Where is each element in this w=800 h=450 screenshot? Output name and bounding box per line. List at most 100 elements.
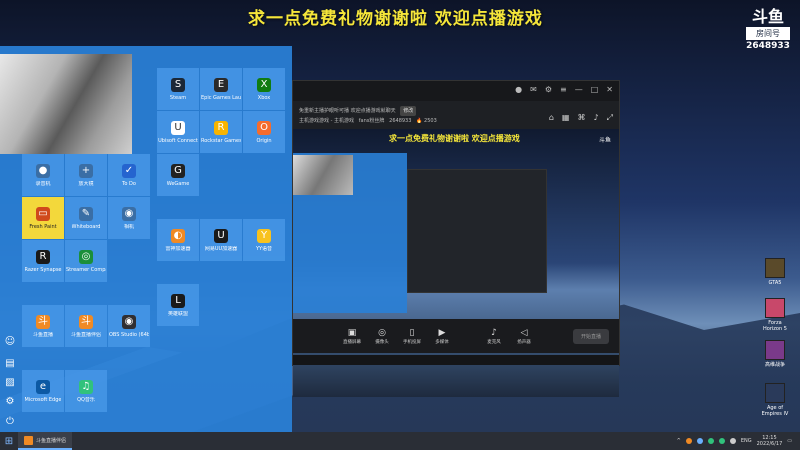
fresh-paint-icon: ▭ bbox=[36, 206, 50, 221]
documents-icon[interactable]: ▤ bbox=[3, 358, 17, 372]
tile-label: YY语音 bbox=[255, 245, 273, 252]
preview-logo: 斗鱼 bbox=[598, 137, 611, 144]
stream-banner: 求一点免费礼物谢谢啦 欢迎点播游戏 bbox=[248, 9, 543, 29]
qq-music-icon: ♫ bbox=[79, 379, 93, 394]
layers-icon[interactable]: ▦ bbox=[562, 113, 570, 123]
desktop-shortcut[interactable]: 高维战争 bbox=[760, 340, 790, 368]
tile-label: QQ音乐 bbox=[77, 396, 95, 403]
pictures-icon[interactable]: ▨ bbox=[3, 377, 17, 391]
network-tray-icon[interactable] bbox=[696, 438, 703, 444]
tile-wegame[interactable]: G WeGame bbox=[157, 154, 199, 196]
tile-label: Xbox bbox=[257, 94, 271, 101]
tile-douyu-companion[interactable]: 斗斗鱼直播伴侣 bbox=[65, 305, 107, 347]
tray-expand-icon[interactable]: ^ bbox=[677, 438, 681, 444]
input-language[interactable]: ENG bbox=[741, 438, 752, 444]
start-live-button[interactable]: 开始直播 bbox=[572, 328, 609, 344]
minimize-icon[interactable]: — bbox=[575, 85, 583, 94]
tile-label: 放大镜 bbox=[78, 180, 94, 187]
phone-cast-button[interactable]: ▯ 手机投屏 bbox=[401, 327, 423, 345]
lock-icon[interactable]: ⌂ bbox=[549, 113, 554, 123]
menu-icon[interactable]: ≡ bbox=[560, 85, 567, 94]
tile-label: 斗鱼直播 bbox=[32, 331, 53, 338]
tile-steam[interactable]: S Steam bbox=[157, 68, 199, 110]
tile-recorder[interactable]: ● 录音机 bbox=[22, 154, 64, 196]
xbox-icon: X bbox=[257, 77, 271, 92]
preview-banner: 求一点免费礼物谢谢啦 欢迎点播游戏 bbox=[389, 134, 520, 143]
user-icon[interactable]: ☺ bbox=[3, 336, 17, 350]
sound-icon[interactable]: ♪ bbox=[593, 113, 598, 123]
avatar-icon[interactable]: ● bbox=[515, 85, 522, 94]
tile-label: Fresh Paint bbox=[29, 223, 57, 230]
tile-yy[interactable]: Y YY语音 bbox=[243, 219, 285, 261]
media-button[interactable]: ▶ 多媒体 bbox=[431, 327, 453, 345]
tile-todo[interactable]: ✓ To Do bbox=[108, 154, 150, 196]
taskbar: ⊞ 斗鱼直播伴侣 ^ ENG 12:15 2022/6/17 ▭ bbox=[0, 432, 800, 450]
tile-fresh-paint[interactable]: ▭ Fresh Paint bbox=[22, 197, 64, 239]
desktop-shortcut[interactable]: Forza Horizon 5 bbox=[760, 298, 790, 332]
desktop-shortcut[interactable]: Age of Empires IV bbox=[760, 383, 790, 417]
douyu-room-logo: 斗鱼 房间号 2648933 bbox=[746, 8, 790, 51]
tile-razer[interactable]: R Razer Synapse bbox=[22, 240, 64, 282]
screen-share-button[interactable]: ▣ 直播屏幕 bbox=[341, 327, 363, 345]
tile-qq-music[interactable]: ♫ QQ音乐 bbox=[65, 370, 107, 412]
expand-icon[interactable]: ⤢ bbox=[607, 113, 613, 123]
tile-ubisoft[interactable]: U Ubisoft Connect bbox=[157, 111, 199, 153]
webcam-button[interactable]: ◎ 摄像头 bbox=[371, 327, 393, 345]
desktop-shortcut[interactable]: GTA5 bbox=[760, 258, 790, 286]
todo-icon: ✓ bbox=[122, 163, 136, 178]
tile-camera[interactable]: ◉ 相机 bbox=[108, 197, 150, 239]
clock[interactable]: 12:15 2022/6/17 bbox=[757, 435, 783, 447]
power-icon[interactable]: ⏻ bbox=[3, 416, 17, 430]
tile-origin[interactable]: O Origin bbox=[243, 111, 285, 153]
stream-title: 免重新主播护眼听可播 欢迎点播游戏就聊天 bbox=[299, 108, 396, 114]
desktop-shortcut-label: GTA5 bbox=[768, 280, 782, 286]
taskbar-app-douyu[interactable]: 斗鱼直播伴侣 bbox=[18, 432, 73, 450]
clock-date: 2022/6/17 bbox=[756, 441, 783, 447]
tile-label: Epic Games Launcher bbox=[201, 94, 241, 101]
douyu-live-icon: 斗 bbox=[36, 314, 50, 329]
app-tray-icon[interactable] bbox=[718, 438, 725, 444]
tile-label: WeGame bbox=[166, 180, 190, 187]
wechat-tray-icon[interactable] bbox=[707, 438, 714, 444]
windows-start-icon[interactable]: ⊞ bbox=[0, 432, 18, 450]
obs-icon: ◉ bbox=[122, 314, 136, 329]
tile-leishen[interactable]: ◐ 雷神加速器 bbox=[157, 219, 199, 261]
tile-douyu-live[interactable]: 斗斗鱼直播 bbox=[22, 305, 64, 347]
maximize-icon[interactable]: □ bbox=[591, 85, 599, 94]
tile-lol[interactable]: L 英雄联盟 bbox=[157, 284, 199, 326]
tile-magnifier[interactable]: + 放大镜 bbox=[65, 154, 107, 196]
tile-label: 雷神加速器 bbox=[165, 245, 191, 252]
microphone-button[interactable]: ♪ 麦克风 bbox=[483, 327, 505, 345]
tile-label: Ubisoft Connect bbox=[158, 137, 198, 144]
tile-obs[interactable]: ◉ OBS Studio (64bit) bbox=[108, 305, 150, 347]
settings-icon[interactable]: ⚙ bbox=[545, 85, 552, 94]
preview-window bbox=[407, 169, 547, 293]
close-icon[interactable]: ✕ bbox=[606, 85, 613, 94]
tile-whiteboard[interactable]: ✎ Whiteboard bbox=[65, 197, 107, 239]
notification-icon[interactable]: ▭ bbox=[787, 438, 792, 444]
tile-xbox[interactable]: X Xbox bbox=[243, 68, 285, 110]
tile-edge[interactable]: e Microsoft Edge bbox=[22, 370, 64, 412]
control-label: 麦克风 bbox=[487, 340, 501, 345]
tile-epic[interactable]: E Epic Games Launcher bbox=[200, 68, 242, 110]
tile-rockstar[interactable]: R Rockstar Games... bbox=[200, 111, 242, 153]
edit-title-button[interactable]: 修改 bbox=[400, 106, 417, 116]
tile-label: Razer Synapse bbox=[24, 266, 62, 273]
speaker-button[interactable]: ◁ 扬声器 bbox=[513, 327, 535, 345]
uu-icon: U bbox=[214, 228, 228, 243]
camera-icon: ◉ bbox=[122, 206, 136, 221]
game-icon bbox=[765, 340, 785, 360]
volume-tray-icon[interactable] bbox=[729, 438, 736, 444]
streamer-companion-icon: ◎ bbox=[79, 249, 93, 264]
start-menu: ☺ ▤ ▨ ⚙ ⏻ S Steam E Epic Games Launcher X Xbo… bbox=[0, 46, 292, 433]
leishen-icon: ◐ bbox=[171, 228, 185, 243]
settings-icon[interactable]: ⚙ bbox=[3, 396, 17, 410]
game-icon bbox=[765, 298, 785, 318]
mail-icon[interactable]: ✉ bbox=[530, 85, 537, 94]
tile-uu[interactable]: U 网易UU加速器 bbox=[200, 219, 242, 261]
link-icon[interactable]: ⌘ bbox=[577, 113, 585, 123]
control-label: 直播屏幕 bbox=[343, 340, 361, 345]
tile-label: 斗鱼直播伴侣 bbox=[70, 331, 101, 338]
tile-streamer-companion[interactable]: ◎ Streamer Companion... bbox=[65, 240, 107, 282]
douyu-tray-icon[interactable] bbox=[685, 438, 692, 444]
